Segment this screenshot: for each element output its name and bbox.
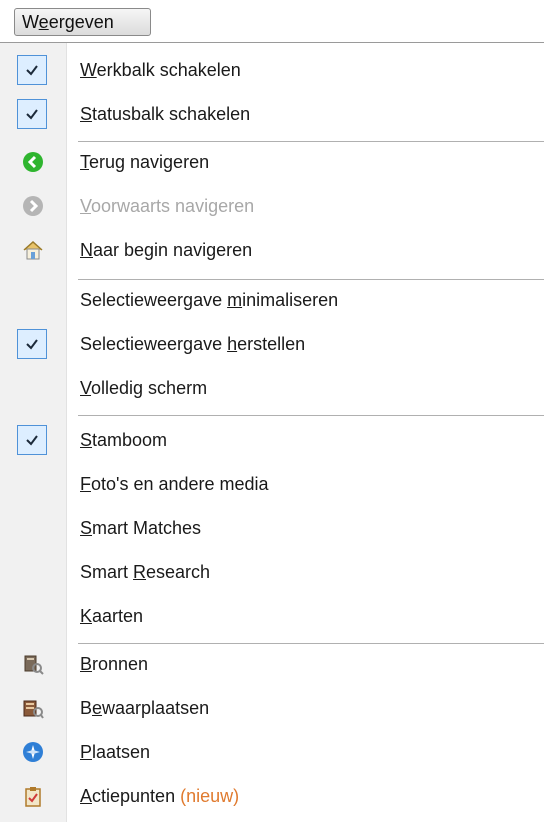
menu-item-label: Smart Matches — [80, 517, 201, 539]
menu-item-text-part: erkbalk schakelen — [96, 60, 241, 80]
places-compass-icon — [23, 742, 43, 762]
menu-item-text-part: h — [227, 334, 238, 354]
menu-item-text-part: esearch — [146, 562, 211, 582]
menu-title-accesskey: e — [38, 12, 49, 32]
menu-item-text-part: m — [227, 290, 243, 310]
menu-item-text-part: R — [133, 562, 147, 582]
menu-item-fotos-en-andere-media[interactable]: Foto's en andere media — [0, 463, 544, 507]
menu-item-text-part: S — [80, 104, 93, 124]
menu-item-bewaarplaatsen[interactable]: Bewaarplaatsen — [0, 687, 544, 731]
menu-title-text-rest: ergeven — [48, 12, 114, 32]
menu-item-selectieweergave-minimaliseren[interactable]: Selectieweergave minimaliseren — [0, 279, 544, 323]
menu-item-text-part: waarplaatsen — [102, 698, 210, 718]
home-icon — [23, 240, 43, 260]
menu-item-label: Voorwaarts navigeren — [80, 195, 254, 217]
repositories-icon — [23, 700, 44, 719]
menu-item-text-part: T — [80, 152, 89, 172]
menu-item-text-part: oto's en andere media — [91, 474, 269, 494]
menu-item-text-part: K — [80, 606, 93, 626]
menu-item-text-part: B — [80, 654, 93, 674]
menu-item-text-part: ronnen — [92, 654, 149, 674]
menu-item-text-part: inimaliseren — [242, 290, 339, 310]
menu-item-text-part: S — [80, 518, 93, 538]
menu-item-text-part: V — [80, 378, 92, 398]
checkmark-icon — [17, 425, 47, 455]
menu-item-text-part: W — [80, 60, 97, 80]
menu-item-text-part: Selectieweergave — [80, 290, 228, 310]
new-badge: (nieuw) — [180, 786, 240, 806]
menu-item-label: Terug navigeren — [80, 151, 209, 173]
menu-bar: Weergeven — [0, 0, 544, 42]
menu-item-text-part: oorwaarts navigeren — [91, 196, 255, 216]
menu-item-text-part: mart Matches — [92, 518, 202, 538]
menu-item-naar-begin-navigeren[interactable]: Naar begin navigeren — [0, 229, 544, 273]
menu-item-label: Volledig scherm — [80, 377, 207, 399]
menu-separator — [78, 415, 544, 416]
menu-item-text-part: tatusbalk schakelen — [92, 104, 251, 124]
task-clipboard-icon — [25, 787, 41, 807]
menu-item-text-part: F — [80, 474, 91, 494]
menu-item-label: Smart Research — [80, 561, 210, 583]
menu-item-label: Bewaarplaatsen — [80, 697, 209, 719]
menu-item-text-part: laatsen — [92, 742, 151, 762]
menu-item-actiepunten[interactable]: Actiepunten (nieuw) — [0, 775, 544, 819]
back-arrow-icon — [23, 152, 43, 172]
checkmark-icon — [17, 99, 47, 129]
menu-item-text-part: Smart — [80, 562, 134, 582]
menu-item-text-part: Selectieweergave — [80, 334, 228, 354]
menu-item-selectieweergave-herstellen[interactable]: Selectieweergave herstellen — [0, 323, 544, 367]
menu-item-text-part: N — [80, 240, 93, 260]
menu-item-smart-matches[interactable]: Smart Matches — [0, 507, 544, 551]
menu-weergeven[interactable]: Weergeven — [14, 8, 151, 36]
menu-item-text-part: olledig scherm — [91, 378, 208, 398]
checkmark-icon — [17, 55, 47, 85]
menu-item-text-part: e — [92, 698, 103, 718]
forward-arrow-icon — [23, 196, 43, 216]
menu-item-plaatsen[interactable]: Plaatsen — [0, 731, 544, 775]
menu-item-label: Plaatsen — [80, 741, 150, 763]
menu-item-text-part: aar begin navigeren — [93, 240, 253, 260]
sources-icon — [24, 655, 44, 675]
menu-item-text-part: aarten — [92, 606, 144, 626]
menu-item-text-part: erug navigeren — [89, 152, 210, 172]
menu-item-text-part: A — [80, 786, 93, 806]
menu-item-label: Statusbalk schakelen — [80, 103, 250, 125]
menu-item-text-part: V — [80, 196, 92, 216]
menu-item-voorwaarts-navigeren: Voorwaarts navigeren — [0, 185, 544, 229]
menu-item-text-part: P — [80, 742, 93, 762]
menu-item-werkbalk-schakelen[interactable]: Werkbalk schakelen — [0, 49, 544, 93]
menu-item-text-part: S — [80, 430, 93, 450]
menu-item-label: Werkbalk schakelen — [80, 59, 241, 81]
menu-item-text-part: B — [80, 698, 93, 718]
menu-item-label: Selectieweergave minimaliseren — [80, 289, 338, 311]
menu-item-text-part: tamboom — [92, 430, 168, 450]
menu-item-stamboom[interactable]: Stamboom — [0, 419, 544, 463]
menu-item-label: Foto's en andere media — [80, 473, 269, 495]
menu-item-label: Naar begin navigeren — [80, 239, 252, 261]
menu-title-text: W — [22, 12, 39, 32]
checkmark-icon — [17, 329, 47, 359]
menu-item-label: Selectieweergave herstellen — [80, 333, 305, 355]
menu-item-kaarten[interactable]: Kaarten — [0, 595, 544, 639]
menu-item-label: Kaarten — [80, 605, 143, 627]
menu-item-statusbalk-schakelen[interactable]: Statusbalk schakelen — [0, 93, 544, 137]
menu-item-label: Stamboom — [80, 429, 167, 451]
menu-item-text-part: ctiepunten — [92, 786, 176, 806]
menu-item-terug-navigeren[interactable]: Terug navigeren — [0, 141, 544, 185]
menu-item-smart-research[interactable]: Smart Research — [0, 551, 544, 595]
menu-item-volledig-scherm[interactable]: Volledig scherm — [0, 367, 544, 411]
menu-item-label: Actiepunten (nieuw) — [80, 785, 239, 807]
dropdown-menu: Werkbalk schakelen Statusbalk schakelen … — [0, 42, 544, 822]
menu-item-label: Bronnen — [80, 653, 148, 675]
menu-item-text-part: erstellen — [237, 334, 306, 354]
menu-item-bronnen[interactable]: Bronnen — [0, 643, 544, 687]
